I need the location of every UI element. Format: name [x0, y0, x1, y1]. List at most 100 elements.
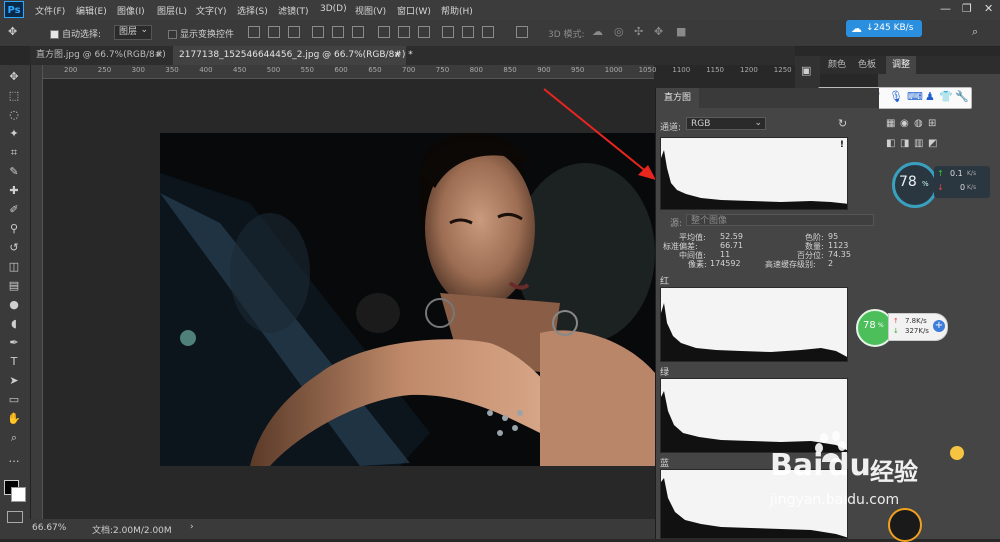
distribute-vcenter-icon[interactable] [398, 26, 410, 38]
speed-widget: ↑ 7.8K/s ↓ 327K/s + [888, 313, 948, 341]
tab-color[interactable]: 颜色 [828, 56, 846, 74]
gradient-tool-icon[interactable]: ▤ [7, 279, 21, 293]
menu-image[interactable]: 图像(I) [117, 4, 145, 17]
show-transform-option[interactable]: 显示变换控件 [168, 27, 234, 40]
tab-swatches[interactable]: 色板 [858, 56, 876, 74]
median-value: 11 [720, 250, 731, 259]
align-bottom-icon[interactable] [288, 26, 300, 38]
3d-scale-icon[interactable]: ■ [676, 25, 686, 38]
tab-close-icon[interactable]: × [155, 46, 163, 65]
shape-tool-icon[interactable]: ▭ [7, 393, 21, 407]
cache-warning-icon[interactable]: ! [840, 140, 844, 150]
baidu-brand-c: 经验 [870, 458, 918, 486]
tab-close-icon[interactable]: × [393, 46, 401, 65]
lasso-tool-icon[interactable]: ◌ [7, 108, 21, 122]
ruler-tick-label: 800 [469, 66, 483, 74]
path-select-icon[interactable]: ➤ [7, 374, 21, 388]
maximize-icon[interactable]: ❐ [962, 2, 972, 15]
quick-mask-icon[interactable] [7, 511, 23, 523]
tab-adjustments[interactable]: 调整 [886, 56, 917, 74]
adjust-icons-row2[interactable]: ◧ ◨ ▥ ◩ [886, 138, 986, 150]
hand-tool-icon[interactable]: ✋ [7, 412, 21, 426]
type-tool-icon[interactable]: T [7, 355, 21, 369]
background-color-swatch[interactable] [11, 487, 26, 502]
magic-wand-icon[interactable]: ✦ [7, 127, 21, 141]
healing-brush-icon[interactable]: ✚ [7, 184, 21, 198]
distribute-bottom-icon[interactable] [418, 26, 430, 38]
adjust-icons-row1[interactable]: ▦ ◉ ◍ ⊞ [886, 118, 986, 130]
keyboard-icon[interactable]: ⌨ [907, 90, 923, 103]
auto-select-dropdown[interactable]: 图层 [114, 24, 153, 40]
right-panel-tabs: 颜色 色板 调整 [820, 56, 1000, 74]
distribute-hcenter-icon[interactable] [462, 26, 474, 38]
align-right-icon[interactable] [352, 26, 364, 38]
user-icon[interactable]: ♟ [925, 90, 935, 103]
pixels-value: 174592 [710, 259, 741, 268]
search-icon[interactable]: ⌕ [972, 25, 978, 39]
3d-pan-icon[interactable]: ✣ [634, 25, 643, 38]
menu-help[interactable]: 帮助(H) [441, 4, 473, 17]
auto-select-checkbox[interactable] [50, 30, 59, 39]
photoshop-logo: Ps [4, 1, 24, 18]
3d-orbit-icon[interactable]: ☁ [592, 25, 603, 38]
source-dropdown[interactable]: 整个图像 [686, 214, 874, 226]
3d-slide-icon[interactable]: ✥ [654, 25, 663, 38]
pen-tool-icon[interactable]: ✒ [7, 336, 21, 350]
refresh-icon[interactable]: ↻ [838, 117, 847, 130]
crop-tool-icon[interactable]: ⌗ [7, 146, 21, 160]
auto-select-option[interactable]: 自动选择: [50, 27, 101, 40]
menu-select[interactable]: 选择(S) [237, 4, 268, 17]
microphone-icon[interactable]: 🎙 [889, 90, 903, 103]
zoom-tool-icon[interactable]: ⌕ [7, 431, 21, 445]
download-speed: 327K/s [905, 327, 929, 335]
align-vcenter-icon[interactable] [268, 26, 280, 38]
blur-tool-icon[interactable]: ● [7, 298, 21, 312]
dodge-tool-icon[interactable]: ◖ [7, 317, 21, 331]
distribute-top-icon[interactable] [378, 26, 390, 38]
auto-align-icon[interactable] [516, 26, 528, 38]
minimize-icon[interactable]: — [940, 2, 951, 15]
move-tool-icon[interactable]: ✥ [7, 70, 21, 84]
download-unit: K/s [967, 184, 977, 191]
wrench-icon[interactable]: 🔧 [955, 90, 969, 103]
align-top-icon[interactable] [248, 26, 260, 38]
skin-icon[interactable]: 👕 [939, 90, 953, 103]
menu-file[interactable]: 文件(F) [35, 4, 65, 17]
menu-edit[interactable]: 编辑(E) [76, 4, 107, 17]
menu-filter[interactable]: 滤镜(T) [278, 4, 309, 17]
distribute-left-icon[interactable] [442, 26, 454, 38]
close-icon[interactable]: ✕ [984, 2, 993, 15]
brush-tool-icon[interactable]: ✐ [7, 203, 21, 217]
menu-type[interactable]: 文字(Y) [196, 4, 227, 17]
show-transform-checkbox[interactable] [168, 30, 177, 39]
distribute-right-icon[interactable] [482, 26, 494, 38]
cpu-percent: 78 [899, 174, 917, 190]
lightbulb-icon [950, 446, 964, 460]
history-panel-icon[interactable]: ▣ [801, 64, 811, 77]
ruler-tick-label: 500 [266, 66, 281, 74]
history-brush-icon[interactable]: ↺ [7, 241, 21, 255]
align-left-icon[interactable] [312, 26, 324, 38]
histogram-panel-title[interactable]: 直方图 [656, 88, 700, 108]
tab-photo-jpg[interactable]: 2177138_152546644456_2.jpg @ 66.7%(RGB/8… [173, 46, 413, 65]
align-hcenter-icon[interactable] [332, 26, 344, 38]
status-menu-icon[interactable]: › [190, 522, 194, 532]
ruler-tick-label: 950 [571, 66, 585, 74]
eraser-tool-icon[interactable]: ◫ [7, 260, 21, 274]
eyedropper-icon[interactable]: ✎ [7, 165, 21, 179]
menu-3d[interactable]: 3D(D) [320, 4, 347, 14]
channel-dropdown[interactable]: RGB ⌄ [686, 117, 766, 130]
marquee-tool-icon[interactable]: ⬚ [7, 89, 21, 103]
move-tool-icon[interactable]: ✥ [8, 25, 17, 38]
menu-layer[interactable]: 图层(L) [157, 4, 187, 17]
menu-window[interactable]: 窗口(W) [397, 4, 431, 17]
3d-roll-icon[interactable]: ◎ [614, 25, 624, 38]
network-speed-widget: ↑ 0.1 K/s ↓ 0 K/s [934, 166, 990, 198]
cpu-gauge[interactable]: 78 % [892, 162, 938, 208]
zoom-level[interactable]: 66.67% [32, 523, 66, 533]
clone-stamp-icon[interactable]: ⚲ [7, 222, 21, 236]
more-tools-icon[interactable]: … [7, 452, 21, 466]
tab-histogram-jpg[interactable]: 直方图.jpg @ 66.7%(RGB/8#) × [30, 46, 168, 65]
plus-icon[interactable]: + [933, 320, 945, 332]
menu-view[interactable]: 视图(V) [355, 4, 386, 17]
